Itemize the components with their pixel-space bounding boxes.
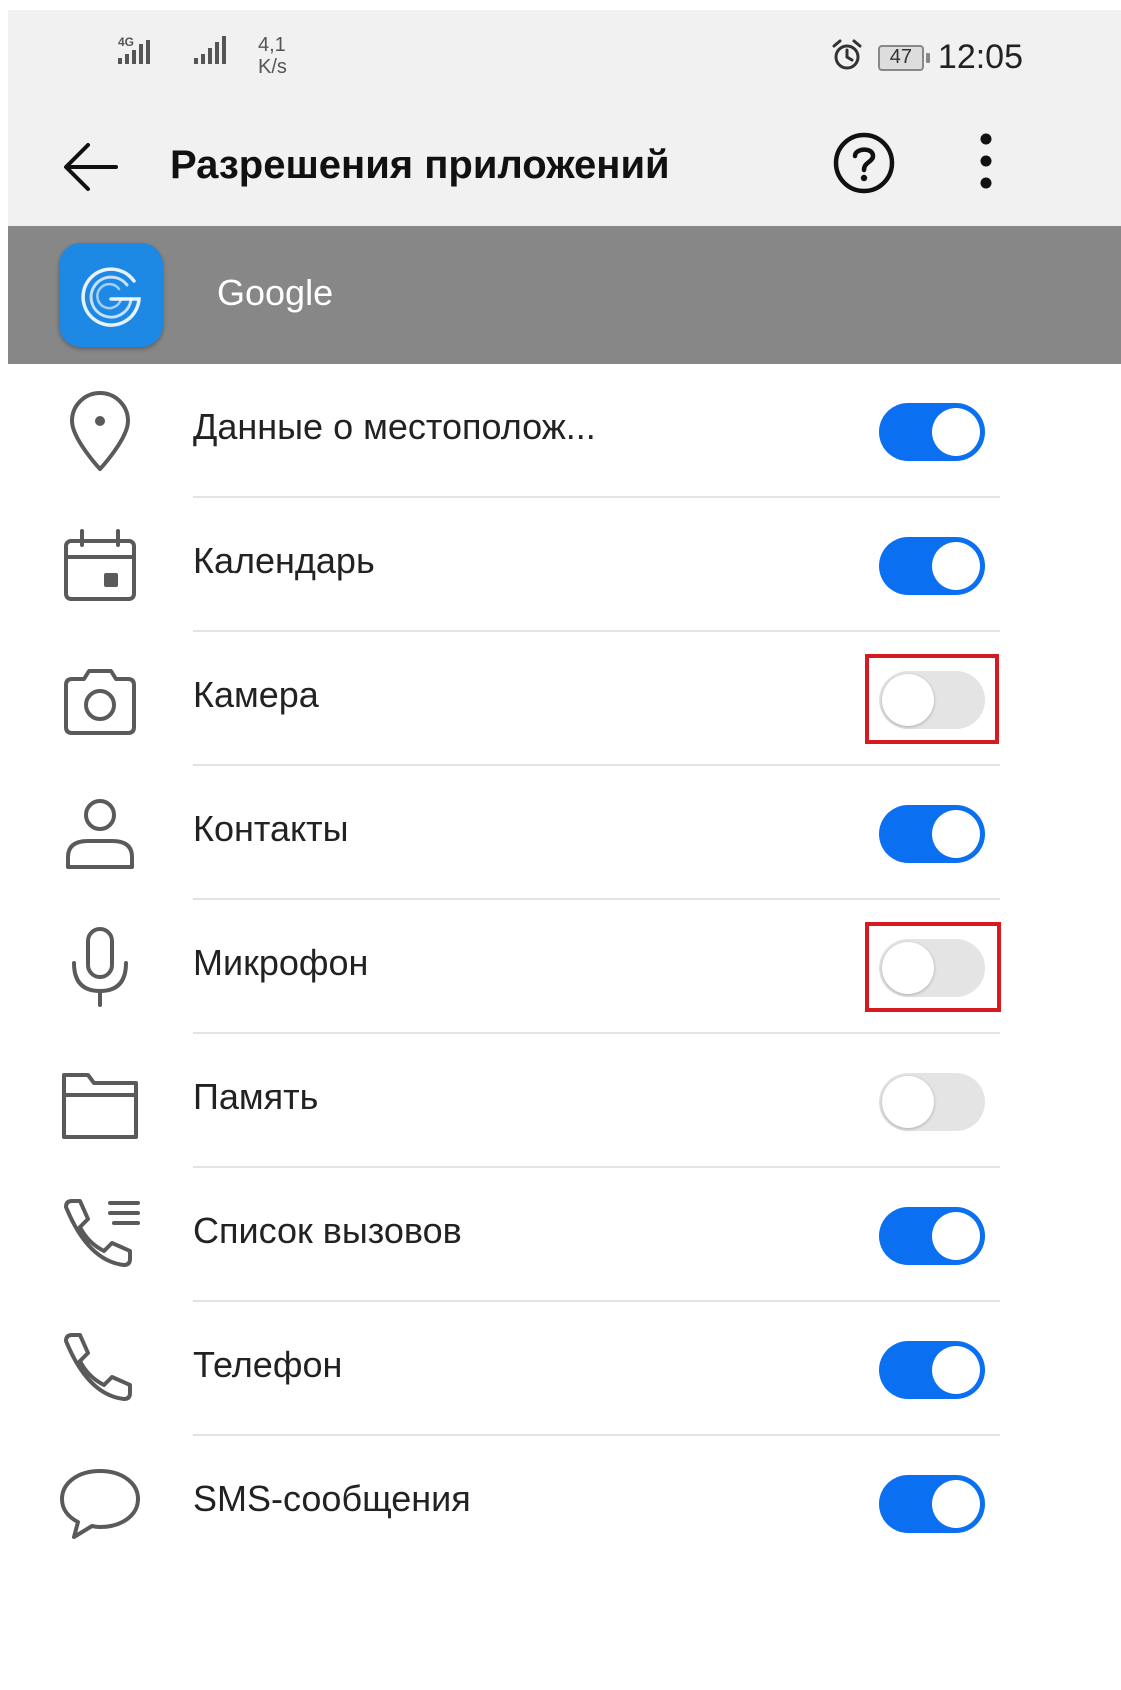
location-pin-icon	[58, 389, 142, 473]
calendar-icon	[58, 523, 142, 607]
page-title: Разрешения приложений	[170, 143, 670, 187]
folder-icon	[58, 1059, 142, 1143]
permission-toggle[interactable]	[879, 1073, 985, 1131]
battery-icon: 47	[877, 44, 930, 71]
arrow-left-icon	[64, 143, 118, 191]
signal-icon: 4G	[116, 32, 166, 77]
permission-label: SMS-сообщения	[193, 1478, 471, 1519]
highlight-box	[865, 654, 999, 744]
permission-row[interactable]: Контакты	[0, 766, 1121, 900]
toggle-knob	[932, 408, 980, 456]
call-log-icon	[58, 1193, 142, 1277]
permission-label: Камера	[193, 674, 319, 715]
permission-toggle[interactable]	[879, 1475, 985, 1533]
microphone-icon	[58, 925, 142, 1009]
phone-icon	[58, 1327, 142, 1411]
permission-row[interactable]: Микрофон	[0, 900, 1121, 1034]
app-name: Google	[217, 272, 334, 313]
permission-row[interactable]: Память	[0, 1034, 1121, 1168]
toggle-knob	[932, 542, 980, 590]
camera-icon	[58, 657, 142, 741]
permission-row[interactable]: Данные о местополож...	[0, 364, 1121, 498]
toggle-knob	[932, 1480, 980, 1528]
network-speed: 4,1 K/s	[258, 34, 287, 78]
permission-toggle[interactable]	[879, 403, 985, 461]
toggle-knob	[882, 1076, 934, 1128]
signal-icon	[192, 32, 232, 77]
google-app-icon	[59, 243, 163, 347]
permission-toggle[interactable]	[879, 537, 985, 595]
toggle-knob	[932, 810, 980, 858]
permission-label: Список вызовов	[193, 1210, 462, 1251]
app-bar: Разрешения приложений	[8, 105, 1121, 226]
message-bubble-icon	[58, 1461, 142, 1545]
screen: 4G 4,1 K/s 47 12:05 Разрешения приложени…	[0, 0, 1121, 1690]
permission-toggle[interactable]	[879, 805, 985, 863]
toggle-knob	[932, 1346, 980, 1394]
person-icon	[58, 791, 142, 875]
permission-row[interactable]: SMS-сообщения	[0, 1436, 1121, 1570]
status-left: 4G 4,1 K/s	[116, 32, 287, 82]
permission-label: Микрофон	[193, 942, 369, 983]
status-right: 47 12:05	[830, 38, 1023, 77]
permission-row[interactable]: Телефон	[0, 1302, 1121, 1436]
permission-row[interactable]: Календарь	[0, 498, 1121, 632]
status-time: 12:05	[937, 38, 1023, 76]
help-button[interactable]	[831, 130, 897, 196]
battery-level: 47	[889, 46, 913, 68]
permission-toggle[interactable]	[879, 1207, 985, 1265]
network-speed-unit: K/s	[258, 56, 287, 78]
status-bar: 4G 4,1 K/s 47 12:05	[8, 10, 1121, 105]
more-options-button[interactable]	[964, 127, 1008, 197]
permission-label: Календарь	[193, 540, 375, 581]
network-type-label: 4G	[118, 35, 134, 49]
more-vertical-icon	[980, 133, 992, 189]
toggle-knob	[932, 1212, 980, 1260]
app-info-row: Google	[8, 226, 1121, 364]
permission-label: Память	[193, 1076, 319, 1117]
permission-row[interactable]: Список вызовов	[0, 1168, 1121, 1302]
permission-label: Телефон	[193, 1344, 343, 1385]
network-speed-value: 4,1	[258, 34, 286, 56]
permission-label: Данные о местополож...	[193, 406, 596, 447]
permission-toggle[interactable]	[879, 1341, 985, 1399]
alarm-icon	[830, 38, 864, 77]
highlight-box	[865, 922, 1001, 1012]
permission-label: Контакты	[193, 808, 349, 849]
permission-row[interactable]: Камера	[0, 632, 1121, 766]
question-circle-icon	[833, 132, 895, 194]
back-button[interactable]	[58, 132, 128, 202]
